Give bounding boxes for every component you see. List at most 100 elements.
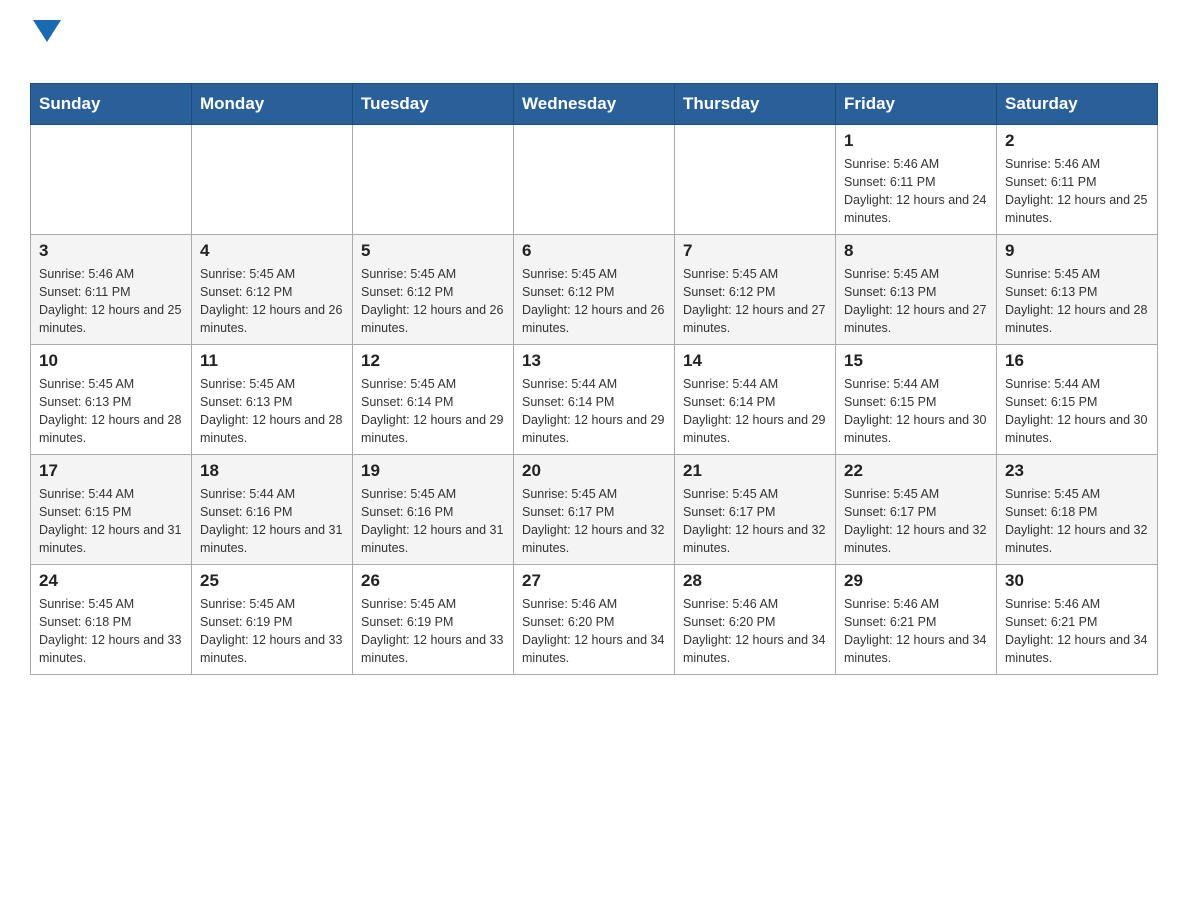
cell-info: Sunrise: 5:45 AMSunset: 6:12 PMDaylight:… [200, 265, 344, 338]
cell-day-number: 15 [844, 351, 988, 371]
cell-day-number: 30 [1005, 571, 1149, 591]
cell-day-number: 11 [200, 351, 344, 371]
cell-info: Sunrise: 5:45 AMSunset: 6:13 PMDaylight:… [1005, 265, 1149, 338]
calendar-cell [675, 125, 836, 235]
logo [30, 20, 61, 73]
cell-info: Sunrise: 5:45 AMSunset: 6:17 PMDaylight:… [683, 485, 827, 558]
cell-day-number: 24 [39, 571, 183, 591]
calendar-cell: 30 Sunrise: 5:46 AMSunset: 6:21 PMDayligh… [997, 565, 1158, 675]
header-wednesday: Wednesday [514, 84, 675, 125]
cell-info: Sunrise: 5:45 AMSunset: 6:19 PMDaylight:… [361, 595, 505, 668]
calendar-cell [514, 125, 675, 235]
cell-info: Sunrise: 5:45 AMSunset: 6:19 PMDaylight:… [200, 595, 344, 668]
calendar-cell [31, 125, 192, 235]
calendar-cell: 23Sunrise: 5:45 AMSunset: 6:18 PMDayligh… [997, 455, 1158, 565]
cell-info: Sunrise: 5:46 AMSunset: 6:21 PMDaylight:… [844, 595, 988, 668]
calendar-week-row: 3 Sunrise: 5:46 AMSunset: 6:11 PMDaylight… [31, 235, 1158, 345]
calendar-cell: 2Sunrise: 5:46 AMSunset: 6:11 PMDaylight… [997, 125, 1158, 235]
calendar-cell: 4 Sunrise: 5:45 AMSunset: 6:12 PMDaylight… [192, 235, 353, 345]
calendar-cell: 16Sunrise: 5:44 AMSunset: 6:15 PMDayligh… [997, 345, 1158, 455]
cell-day-number: 12 [361, 351, 505, 371]
calendar-cell: 11 Sunrise: 5:45 AMSunset: 6:13 PMDayligh… [192, 345, 353, 455]
cell-day-number: 3 [39, 241, 183, 261]
cell-day-number: 7 [683, 241, 827, 261]
cell-info: Sunrise: 5:44 AMSunset: 6:15 PMDaylight:… [39, 485, 183, 558]
calendar-cell: 8Sunrise: 5:45 AMSunset: 6:13 PMDaylight… [836, 235, 997, 345]
cell-info: Sunrise: 5:46 AMSunset: 6:11 PMDaylight:… [39, 265, 183, 338]
cell-info: Sunrise: 5:46 AMSunset: 6:21 PMDaylight:… [1005, 595, 1149, 668]
cell-info: Sunrise: 5:45 AMSunset: 6:17 PMDaylight:… [522, 485, 666, 558]
cell-info: Sunrise: 5:45 AMSunset: 6:12 PMDaylight:… [522, 265, 666, 338]
calendar-cell: 28 Sunrise: 5:46 AMSunset: 6:20 PMDayligh… [675, 565, 836, 675]
calendar-cell: 7 Sunrise: 5:45 AMSunset: 6:12 PMDaylight… [675, 235, 836, 345]
cell-info: Sunrise: 5:45 AMSunset: 6:12 PMDaylight:… [361, 265, 505, 338]
header-saturday: Saturday [997, 84, 1158, 125]
cell-day-number: 4 [200, 241, 344, 261]
calendar-cell: 29 Sunrise: 5:46 AMSunset: 6:21 PMDayligh… [836, 565, 997, 675]
cell-day-number: 29 [844, 571, 988, 591]
calendar-cell: 17 Sunrise: 5:44 AMSunset: 6:15 PMDayligh… [31, 455, 192, 565]
cell-day-number: 22 [844, 461, 988, 481]
calendar-cell: 10 Sunrise: 5:45 AMSunset: 6:13 PMDayligh… [31, 345, 192, 455]
header-friday: Friday [836, 84, 997, 125]
calendar-week-row: 24 Sunrise: 5:45 AMSunset: 6:18 PMDayligh… [31, 565, 1158, 675]
cell-info: Sunrise: 5:44 AMSunset: 6:15 PMDaylight:… [844, 375, 988, 448]
calendar-cell: 13Sunrise: 5:44 AMSunset: 6:14 PMDayligh… [514, 345, 675, 455]
calendar-table: SundayMondayTuesdayWednesdayThursdayFrid… [30, 83, 1158, 675]
cell-info: Sunrise: 5:44 AMSunset: 6:16 PMDaylight:… [200, 485, 344, 558]
calendar-cell [353, 125, 514, 235]
calendar-cell [192, 125, 353, 235]
calendar-header-row: SundayMondayTuesdayWednesdayThursdayFrid… [31, 84, 1158, 125]
cell-info: Sunrise: 5:44 AMSunset: 6:14 PMDaylight:… [683, 375, 827, 448]
logo-triangle-icon [33, 20, 61, 42]
calendar-cell: 22Sunrise: 5:45 AMSunset: 6:17 PMDayligh… [836, 455, 997, 565]
cell-day-number: 5 [361, 241, 505, 261]
cell-day-number: 25 [200, 571, 344, 591]
calendar-cell: 27 Sunrise: 5:46 AMSunset: 6:20 PMDayligh… [514, 565, 675, 675]
cell-info: Sunrise: 5:45 AMSunset: 6:18 PMDaylight:… [39, 595, 183, 668]
calendar-cell: 18 Sunrise: 5:44 AMSunset: 6:16 PMDayligh… [192, 455, 353, 565]
calendar-week-row: 10 Sunrise: 5:45 AMSunset: 6:13 PMDayligh… [31, 345, 1158, 455]
cell-day-number: 27 [522, 571, 666, 591]
cell-day-number: 19 [361, 461, 505, 481]
calendar-cell: 25 Sunrise: 5:45 AMSunset: 6:19 PMDayligh… [192, 565, 353, 675]
cell-day-number: 16 [1005, 351, 1149, 371]
cell-info: Sunrise: 5:45 AMSunset: 6:12 PMDaylight:… [683, 265, 827, 338]
cell-day-number: 1 [844, 131, 988, 151]
calendar-cell: 15 Sunrise: 5:44 AMSunset: 6:15 PMDayligh… [836, 345, 997, 455]
cell-day-number: 6 [522, 241, 666, 261]
calendar-week-row: 17 Sunrise: 5:44 AMSunset: 6:15 PMDayligh… [31, 455, 1158, 565]
cell-info: Sunrise: 5:44 AMSunset: 6:14 PMDaylight:… [522, 375, 666, 448]
cell-info: Sunrise: 5:45 AMSunset: 6:13 PMDaylight:… [200, 375, 344, 448]
cell-day-number: 14 [683, 351, 827, 371]
cell-info: Sunrise: 5:46 AMSunset: 6:20 PMDaylight:… [522, 595, 666, 668]
cell-day-number: 17 [39, 461, 183, 481]
cell-day-number: 2 [1005, 131, 1149, 151]
calendar-cell: 1 Sunrise: 5:46 AMSunset: 6:11 PMDaylight… [836, 125, 997, 235]
cell-day-number: 8 [844, 241, 988, 261]
calendar-cell: 5 Sunrise: 5:45 AMSunset: 6:12 PMDaylight… [353, 235, 514, 345]
header-thursday: Thursday [675, 84, 836, 125]
calendar-cell: 12 Sunrise: 5:45 AMSunset: 6:14 PMDayligh… [353, 345, 514, 455]
cell-day-number: 18 [200, 461, 344, 481]
cell-day-number: 10 [39, 351, 183, 371]
header-monday: Monday [192, 84, 353, 125]
header-tuesday: Tuesday [353, 84, 514, 125]
cell-info: Sunrise: 5:45 AMSunset: 6:18 PMDaylight:… [1005, 485, 1149, 558]
cell-day-number: 28 [683, 571, 827, 591]
cell-day-number: 26 [361, 571, 505, 591]
calendar-cell: 14 Sunrise: 5:44 AMSunset: 6:14 PMDayligh… [675, 345, 836, 455]
cell-info: Sunrise: 5:45 AMSunset: 6:14 PMDaylight:… [361, 375, 505, 448]
cell-info: Sunrise: 5:46 AMSunset: 6:11 PMDaylight:… [844, 155, 988, 228]
page-header [30, 20, 1158, 73]
calendar-week-row: 1 Sunrise: 5:46 AMSunset: 6:11 PMDaylight… [31, 125, 1158, 235]
cell-info: Sunrise: 5:45 AMSunset: 6:16 PMDaylight:… [361, 485, 505, 558]
calendar-cell: 20 Sunrise: 5:45 AMSunset: 6:17 PMDayligh… [514, 455, 675, 565]
cell-info: Sunrise: 5:45 AMSunset: 6:13 PMDaylight:… [39, 375, 183, 448]
cell-day-number: 20 [522, 461, 666, 481]
calendar-cell: 9Sunrise: 5:45 AMSunset: 6:13 PMDaylight… [997, 235, 1158, 345]
cell-day-number: 21 [683, 461, 827, 481]
calendar-cell: 19 Sunrise: 5:45 AMSunset: 6:16 PMDayligh… [353, 455, 514, 565]
cell-info: Sunrise: 5:46 AMSunset: 6:20 PMDaylight:… [683, 595, 827, 668]
header-sunday: Sunday [31, 84, 192, 125]
